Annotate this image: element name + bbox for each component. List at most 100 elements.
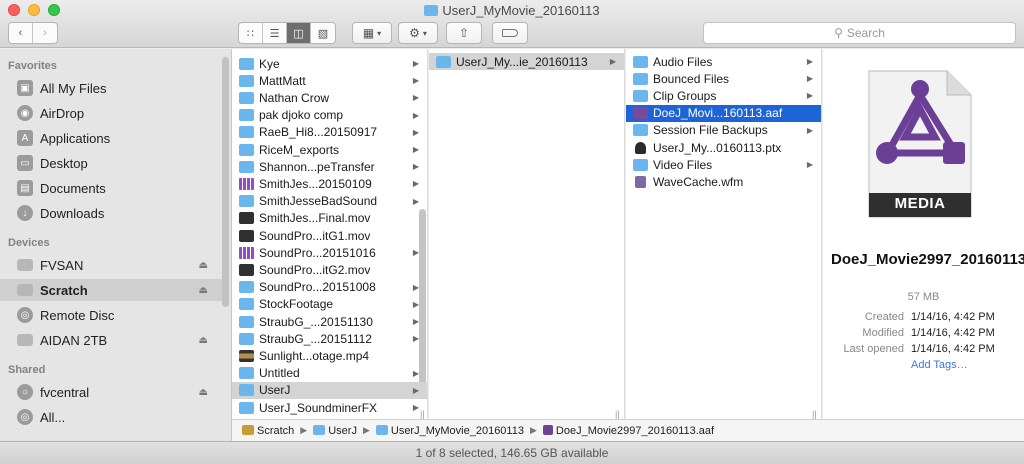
path-segment-scratch[interactable]: Scratch: [242, 424, 294, 437]
sidebar-item-applications[interactable]: A Applications: [0, 127, 222, 149]
path-separator-icon: ▶: [529, 425, 537, 435]
share-icon: ⇧: [458, 26, 470, 40]
disclosure-arrow-icon: ▶: [412, 179, 419, 189]
path-segment-project[interactable]: UserJ_MyMovie_20160113: [375, 424, 524, 437]
eject-icon[interactable]: ⏏: [199, 387, 208, 398]
row-label: UserJ_My...ie_20160113: [456, 54, 588, 69]
eject-icon[interactable]: ⏏: [199, 260, 208, 271]
tags-button[interactable]: [492, 22, 528, 44]
sidebar-item-airdrop[interactable]: ◉ AirDrop: [0, 102, 222, 124]
sidebar-heading-shared: Shared: [8, 364, 46, 376]
coverflow-view-button[interactable]: ▧: [311, 23, 335, 43]
share-button[interactable]: ⇧: [446, 22, 482, 44]
sidebar-item-remote-disc[interactable]: ◎ Remote Disc: [0, 304, 222, 326]
folder-icon: [313, 424, 326, 435]
action-button[interactable]: ⚙ ▾: [398, 22, 438, 44]
path-segment-file[interactable]: DoeJ_Movie2997_20160113.aaf: [542, 424, 714, 437]
list-view-button[interactable]: ☰: [263, 23, 287, 43]
row-label: SoundPro...itG1.mov: [259, 228, 371, 243]
add-tags-link[interactable]: Add Tags…: [911, 359, 968, 371]
video-file-icon: [239, 349, 254, 362]
folder-row[interactable]: UserJ ▶: [232, 381, 427, 399]
file-row[interactable]: SoundPro...itG2.mov: [232, 261, 427, 278]
path-separator-icon: ▶: [362, 425, 370, 435]
forward-button[interactable]: ›: [33, 23, 57, 43]
sidebar-item-all-shared[interactable]: ◎ All...: [0, 406, 222, 428]
folder-row[interactable]: Audio Files ▶: [626, 53, 821, 70]
sidebar-item-fvsan[interactable]: FVSAN ⏏: [0, 254, 222, 276]
folder-row[interactable]: StraubG_...20151112 ▶: [232, 330, 427, 347]
row-label: pak djoko comp: [259, 108, 344, 123]
sidebar-item-all-my-files[interactable]: ▣ All My Files: [0, 77, 222, 99]
sidebar-item-desktop[interactable]: ▭ Desktop: [0, 152, 222, 174]
folder-icon: [239, 281, 254, 294]
folder-row[interactable]: RiceM_exports ▶: [232, 141, 427, 158]
path-segment-userj[interactable]: UserJ: [313, 424, 357, 437]
folder-row[interactable]: Untitled ▶: [232, 365, 427, 382]
disclosure-arrow-icon: ▶: [412, 282, 419, 292]
back-button[interactable]: ‹: [9, 23, 33, 43]
file-row[interactable]: SmithJes...20150109 ▶: [232, 175, 427, 192]
folder-row[interactable]: Shannon...peTransfer ▶: [232, 158, 427, 175]
sidebar-item-scratch[interactable]: Scratch ⏏: [0, 279, 222, 301]
disclosure-arrow-icon: ▶: [412, 59, 419, 68]
dropdown-arrow-icon: ▾: [422, 28, 427, 38]
folder-row[interactable]: MattMatt ▶: [232, 72, 427, 89]
sidebar-item-fvcentral[interactable]: ○ fvcentral ⏏: [0, 381, 222, 403]
folder-row[interactable]: RaeB_Hi8...20150917 ▶: [232, 124, 427, 141]
preview-pane: MEDIA DoeJ_Movie2997_20160113.aaf 57 MB …: [823, 49, 1024, 419]
folder-row[interactable]: StraubG_...20151130 ▶: [232, 313, 427, 330]
list-icon: ☰: [269, 27, 280, 40]
sidebar-scrollbar[interactable]: [222, 57, 229, 307]
folder-row[interactable]: pak djoko comp ▶: [232, 107, 427, 124]
file-row[interactable]: Sunlight...otage.mp4: [232, 347, 427, 364]
arrange-button[interactable]: ▦ ▾: [352, 22, 392, 44]
disclosure-arrow-icon: ▶: [412, 145, 419, 154]
column-resize-handle[interactable]: ||: [615, 409, 620, 419]
folder-row[interactable]: Kye ▶: [232, 55, 427, 72]
eject-icon[interactable]: ⏏: [199, 285, 208, 296]
file-row[interactable]: DoeJ_Movi...160113.aaf: [626, 104, 821, 122]
disclosure-arrow-icon: ▶: [412, 385, 419, 395]
gear-icon: ⚙: [409, 26, 420, 40]
disclosure-arrow-icon: ▶: [412, 334, 419, 344]
sidebar-item-downloads[interactable]: ↓ Downloads: [0, 202, 222, 224]
movie-file-icon: [239, 263, 254, 276]
folder-icon: [239, 332, 254, 345]
row-label: UserJ_My...0160113.ptx: [653, 140, 782, 155]
file-row[interactable]: UserJ_My...0160113.ptx: [626, 139, 821, 156]
folder-row[interactable]: Video Files ▶: [626, 156, 821, 173]
icon-view-button[interactable]: ∷: [239, 23, 263, 43]
folder-row[interactable]: SmithJesseBadSound ▶: [232, 193, 427, 210]
row-label: StockFootage: [259, 297, 334, 312]
project-bundle-icon: [239, 246, 254, 259]
column-resize-handle[interactable]: ||: [812, 409, 817, 419]
file-row[interactable]: SmithJes...Final.mov: [232, 210, 427, 227]
folder-row[interactable]: UserJ_SoundminerFX ▶: [232, 399, 427, 416]
file-row[interactable]: SoundPro...itG1.mov: [232, 227, 427, 244]
eject-icon[interactable]: ⏏: [199, 335, 208, 346]
modified-value: 1/14/16, 4:42 PM: [911, 327, 995, 339]
sidebar-item-documents[interactable]: ▤ Documents: [0, 177, 222, 199]
search-field[interactable]: ⚲ Search: [703, 22, 1016, 44]
file-row[interactable]: WaveCache.wfm: [626, 173, 821, 190]
folder-row[interactable]: Nathan Crow ▶: [232, 89, 427, 106]
sidebar-item-aidan-2tb[interactable]: AIDAN 2TB ⏏: [0, 329, 222, 351]
modified-label: Modified: [862, 327, 904, 339]
column-1: || Kye ▶ MattMatt ▶ Nathan Crow ▶ pak djoko co…: [232, 49, 428, 419]
folder-row[interactable]: UserJ_My...ie_20160113 ▶: [429, 53, 624, 70]
row-label: DoeJ_Movi...160113.aaf: [653, 106, 783, 121]
arrange-icon: ▦: [362, 26, 375, 40]
search-placeholder: Search: [846, 26, 885, 40]
disclosure-arrow-icon: ▶: [412, 76, 419, 86]
aaf-file-icon: [542, 424, 553, 435]
folder-row[interactable]: Clip Groups ▶: [626, 87, 821, 104]
column-view-button[interactable]: ◫: [287, 23, 311, 43]
file-row[interactable]: SoundPro...20151016 ▶: [232, 244, 427, 261]
folder-row[interactable]: Bounced Files ▶: [626, 70, 821, 87]
folder-row[interactable]: StockFootage ▶: [232, 296, 427, 313]
row-label: RaeB_Hi8...20150917: [259, 125, 378, 140]
folder-row[interactable]: SoundPro...20151008 ▶: [232, 279, 427, 296]
folder-row[interactable]: Session File Backups ▶: [626, 122, 821, 139]
folder-icon: [239, 126, 254, 139]
